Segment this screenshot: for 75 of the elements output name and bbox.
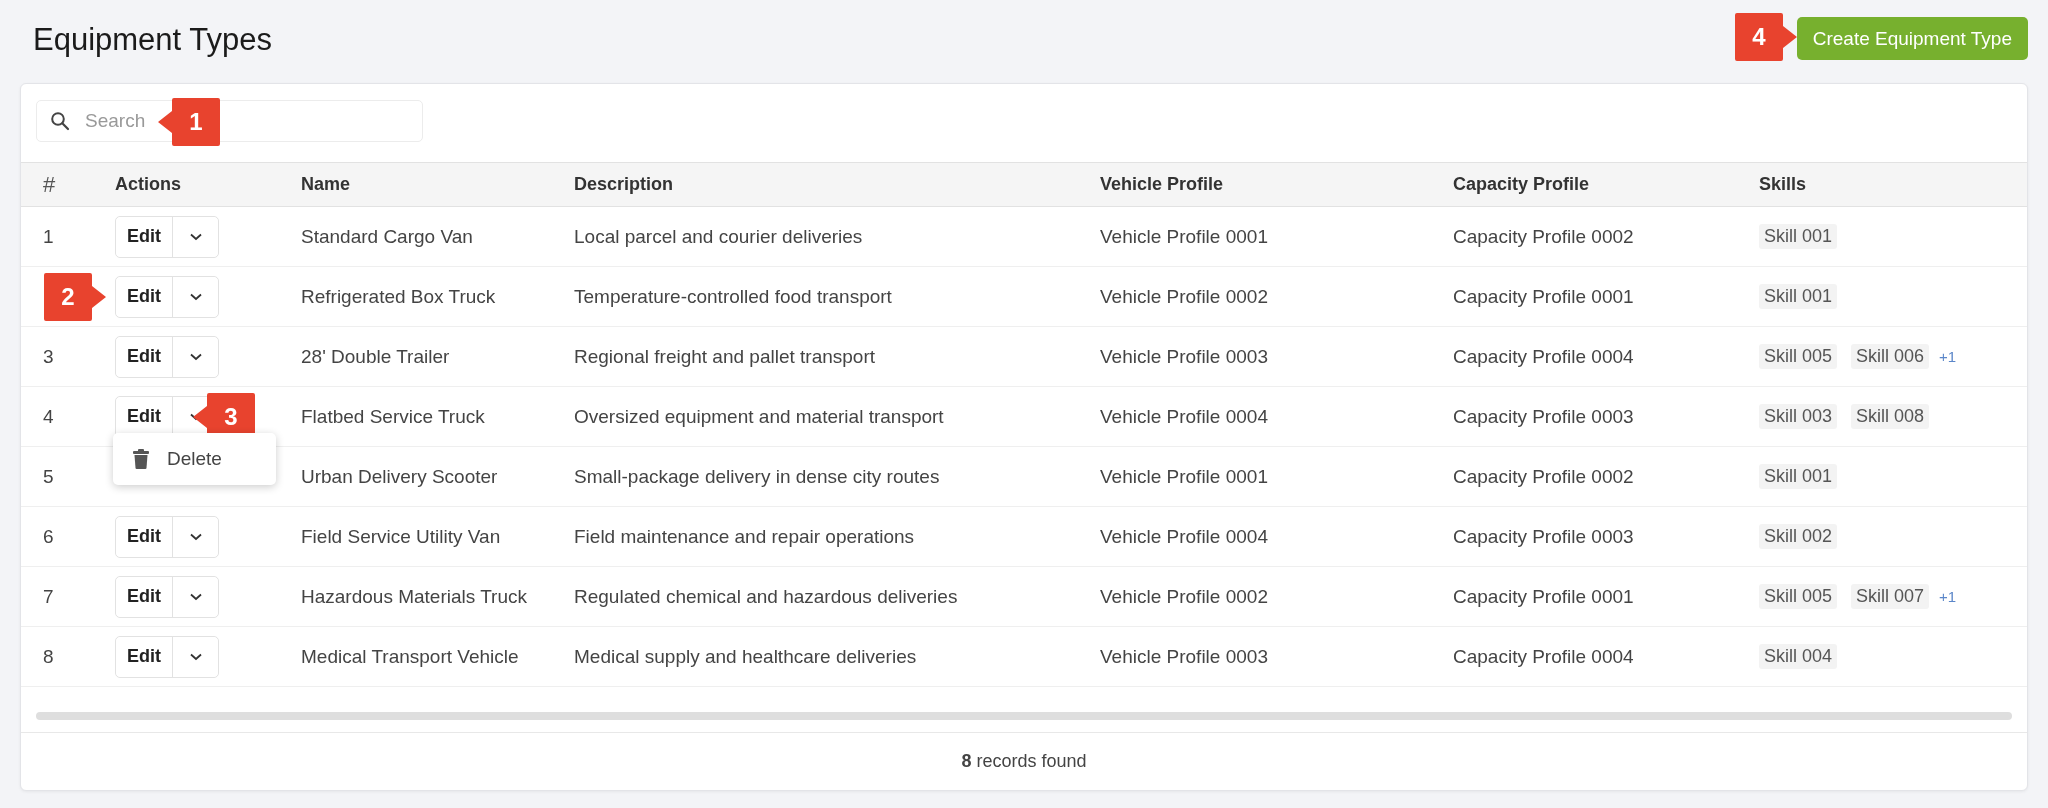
column-header: Name <box>301 174 352 195</box>
skill-tag: Skill 003 <box>1759 404 1838 429</box>
skill-tag: Skill 004 <box>1759 644 1838 669</box>
table-cell-text: Standard Cargo Van <box>301 225 474 248</box>
table-cell-text: Field maintenance and repair operations <box>574 525 916 548</box>
skill-tag: Skill 005 <box>1759 344 1838 369</box>
column-header: Vehicle Profile <box>1100 174 1225 195</box>
row-number: 6 <box>42 525 55 548</box>
skill-tag: Skill 002 <box>1759 524 1838 549</box>
record-count: 8 records found <box>961 751 1087 772</box>
chevron-down-icon <box>188 531 203 542</box>
table-cell-text: 28' Double Trailer <box>301 345 451 368</box>
table-cell-text: Vehicle Profile 0003 <box>1100 645 1269 668</box>
table-cell-text: Medical Transport Vehicle <box>301 645 520 668</box>
table-cell-text: Vehicle Profile 0004 <box>1100 405 1269 428</box>
table-cell-text: Temperature-controlled food transport <box>574 285 893 308</box>
chevron-down-icon <box>188 651 203 662</box>
callout-marker: 1 <box>158 97 220 147</box>
search-icon <box>50 111 70 131</box>
table-cell-text: Small-package delivery in dense city routes <box>574 465 941 488</box>
more-count[interactable]: +1 <box>1939 348 1957 365</box>
column-header: Actions <box>115 174 182 195</box>
table-cell-text: Flatbed Service Truck <box>301 405 486 428</box>
row-number: 5 <box>42 465 55 488</box>
table-cell-text: Capacity Profile 0004 <box>1453 645 1635 668</box>
skill-tag: Skill 001 <box>1759 224 1838 249</box>
column-header: Skills <box>1759 174 1808 195</box>
table-cell-text: Capacity Profile 0003 <box>1453 525 1635 548</box>
row-number: 3 <box>42 345 55 368</box>
table-cell-text: Vehicle Profile 0002 <box>1100 585 1269 608</box>
table-cell-text: Capacity Profile 0002 <box>1453 225 1635 248</box>
chevron-down-icon <box>188 591 203 602</box>
table-cell-text: Local parcel and courier deliveries <box>574 225 864 248</box>
table-cell-text: Capacity Profile 0002 <box>1453 465 1635 488</box>
column-header: # <box>42 171 57 198</box>
skill-tag: Skill 006 <box>1851 344 1930 369</box>
callout-marker: 2 <box>44 272 106 322</box>
row-number: 1 <box>42 225 55 248</box>
table-cell-text: Regulated chemical and hazardous deliveries <box>574 585 959 608</box>
more-count[interactable]: +1 <box>1939 588 1957 605</box>
skill-tag: Skill 005 <box>1759 584 1838 609</box>
table-cell-text: Vehicle Profile 0002 <box>1100 285 1269 308</box>
callout-marker: 4 <box>1734 12 1797 62</box>
table-cell-text: Vehicle Profile 0001 <box>1100 465 1269 488</box>
skill-tag: Skill 008 <box>1851 404 1930 429</box>
table-cell-text: Urban Delivery Scooter <box>301 465 499 488</box>
menu-item[interactable]: Delete <box>113 448 222 470</box>
table-cell-text: Vehicle Profile 0003 <box>1100 345 1269 368</box>
column-header: Capacity Profile <box>1453 174 1591 195</box>
table-cell-text: Refrigerated Box Truck <box>301 285 497 308</box>
table-cell-text: Medical supply and healthcare deliveries <box>574 645 918 668</box>
table-cell-text: Hazardous Materials Truck <box>301 585 528 608</box>
row-number: 7 <box>42 585 55 608</box>
table-cell-text: Capacity Profile 0004 <box>1453 345 1635 368</box>
horizontal-scrollbar[interactable] <box>36 712 2012 720</box>
chevron-down-icon <box>188 291 203 302</box>
chevron-down-icon <box>188 231 203 242</box>
table-cell-text: Capacity Profile 0001 <box>1453 285 1635 308</box>
table-cell-text: Capacity Profile 0003 <box>1453 405 1635 428</box>
menu-item-label: Delete <box>167 448 222 470</box>
row-number: 4 <box>42 405 55 428</box>
trash-icon <box>133 449 149 469</box>
chevron-down-icon <box>188 351 203 362</box>
skill-tag: Skill 007 <box>1851 584 1930 609</box>
table-cell-text: Field Service Utility Van <box>301 525 502 548</box>
column-header: Description <box>574 174 675 195</box>
table-cell-text: Vehicle Profile 0001 <box>1100 225 1269 248</box>
skill-tag: Skill 001 <box>1759 464 1838 489</box>
table-cell-text: Oversized equipment and material transport <box>574 405 945 428</box>
skill-tag: Skill 001 <box>1759 284 1838 309</box>
table-cell-text: Regional freight and pallet transport <box>574 345 877 368</box>
page-title: Equipment Types <box>33 22 272 58</box>
table-cell-text: Vehicle Profile 0004 <box>1100 525 1269 548</box>
table-cell-text: Capacity Profile 0001 <box>1453 585 1635 608</box>
row-number: 8 <box>42 645 55 668</box>
